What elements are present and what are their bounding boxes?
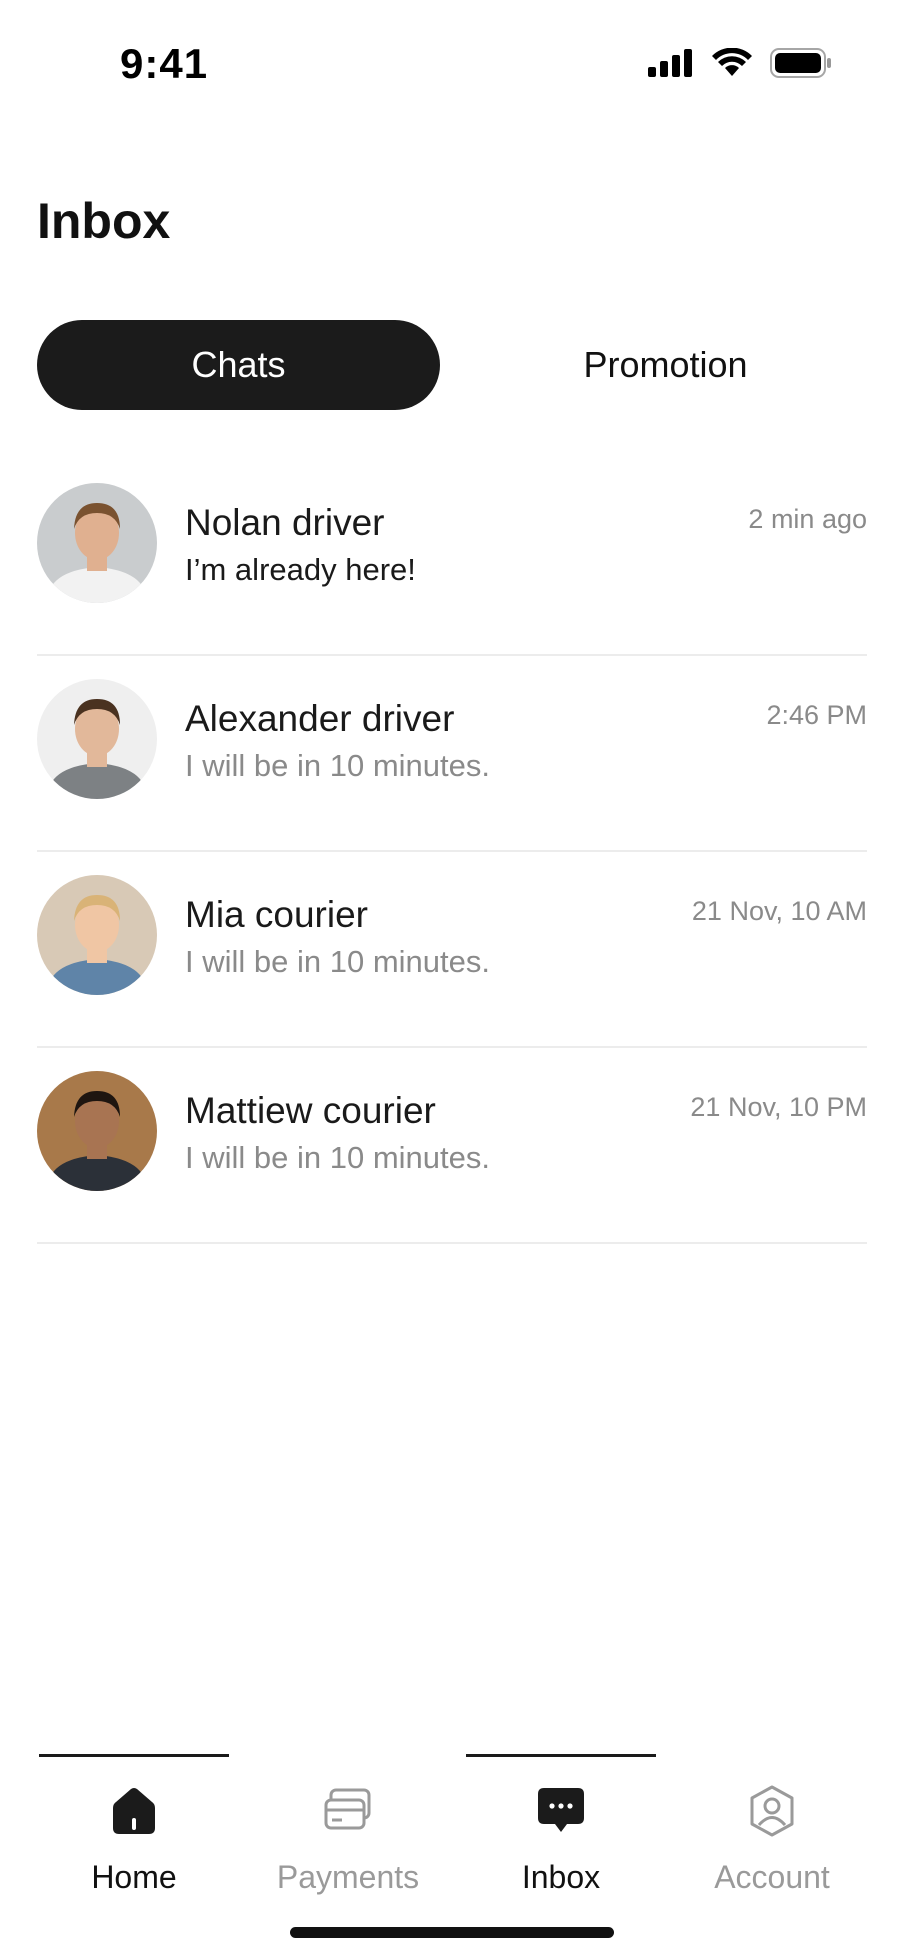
chat-timestamp: 2:46 PM bbox=[766, 700, 867, 730]
tab-active-indicator bbox=[466, 1754, 656, 1757]
account-icon bbox=[750, 1785, 794, 1837]
chat-name: Mattiew courier bbox=[185, 1090, 436, 1131]
avatar bbox=[37, 1071, 157, 1191]
bottom-tab-bar: Home Payments Inbox Account bbox=[0, 1740, 904, 1956]
home-icon bbox=[113, 1788, 155, 1834]
cellular-signal-icon bbox=[648, 49, 692, 77]
payments-icon bbox=[324, 1788, 371, 1830]
tab-promotion[interactable]: Promotion bbox=[464, 320, 867, 410]
chat-row[interactable]: Nolan driver I’m already here! 2 min ago bbox=[37, 460, 867, 656]
chat-name: Alexander driver bbox=[185, 698, 455, 739]
battery-icon bbox=[770, 48, 831, 78]
wifi-icon bbox=[712, 48, 752, 76]
chat-list: Nolan driver I’m already here! 2 min ago Al… bbox=[37, 460, 867, 1244]
tab-payments-label: Payments bbox=[276, 1859, 420, 1895]
avatar-photo bbox=[37, 875, 157, 995]
avatar bbox=[37, 875, 157, 995]
status-time: 9:41 bbox=[120, 40, 209, 87]
chat-name: Mia courier bbox=[185, 894, 368, 935]
chat-name: Nolan driver bbox=[185, 502, 385, 543]
tab-account-label: Account bbox=[714, 1859, 830, 1895]
chat-message-preview: I’m already here! bbox=[185, 552, 416, 587]
status-icons bbox=[648, 48, 832, 78]
chat-row[interactable]: Alexander driver I will be in 10 minutes.… bbox=[37, 656, 867, 852]
chat-message-preview: I will be in 10 minutes. bbox=[185, 748, 490, 783]
chat-timestamp: 2 min ago bbox=[748, 504, 867, 534]
avatar bbox=[37, 679, 157, 799]
tab-chats[interactable]: Chats bbox=[37, 320, 440, 410]
avatar-photo bbox=[37, 483, 157, 603]
chat-message-preview: I will be in 10 minutes. bbox=[185, 944, 490, 979]
tab-account[interactable]: Account bbox=[677, 1754, 867, 1904]
inbox-icon bbox=[538, 1788, 584, 1832]
tab-active-indicator bbox=[39, 1754, 229, 1757]
page-title: Inbox bbox=[37, 193, 171, 249]
chat-timestamp: 21 Nov, 10 PM bbox=[690, 1092, 867, 1122]
tab-home[interactable]: Home bbox=[39, 1754, 229, 1904]
tab-payments[interactable]: Payments bbox=[253, 1754, 443, 1904]
home-indicator bbox=[290, 1927, 614, 1938]
tab-inbox[interactable]: Inbox bbox=[466, 1754, 656, 1904]
tab-inbox-label: Inbox bbox=[521, 1859, 601, 1895]
segmented-control: Chats Promotion bbox=[37, 320, 867, 410]
chat-message-preview: I will be in 10 minutes. bbox=[185, 1140, 490, 1175]
status-bar: 9:41 bbox=[0, 0, 904, 140]
chat-row[interactable]: Mattiew courier I will be in 10 minutes. 2… bbox=[37, 1048, 867, 1244]
avatar-photo bbox=[37, 1071, 157, 1191]
avatar-photo bbox=[37, 679, 157, 799]
tab-home-label: Home bbox=[91, 1859, 177, 1895]
chat-row[interactable]: Mia courier I will be in 10 minutes. 21 No… bbox=[37, 852, 867, 1048]
chat-timestamp: 21 Nov, 10 AM bbox=[691, 896, 867, 926]
avatar bbox=[37, 483, 157, 603]
